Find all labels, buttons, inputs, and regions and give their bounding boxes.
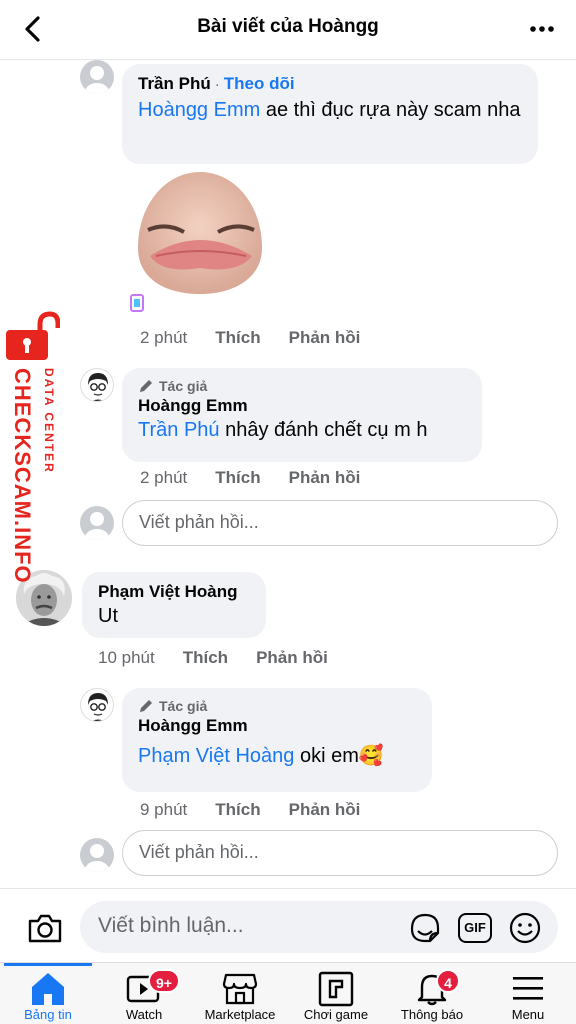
home-icon bbox=[32, 973, 64, 1005]
reply-input[interactable]: Viết phản hồi... bbox=[122, 500, 558, 546]
top-bar: Bài viết của Hoàngg bbox=[0, 0, 576, 60]
comment-actions: 2 phút Thích Phản hồi bbox=[140, 328, 388, 348]
reply-input[interactable]: Viết phản hồi... bbox=[122, 830, 558, 876]
avatar bbox=[80, 506, 114, 540]
camera-icon[interactable] bbox=[26, 909, 64, 947]
comment-input-placeholder: Viết bình luận... bbox=[98, 914, 244, 937]
tab-label: Marketplace bbox=[204, 1007, 276, 1022]
gaming-icon bbox=[318, 971, 354, 1007]
comment-author[interactable]: Phạm Việt Hoàng bbox=[98, 582, 250, 602]
comment-composer: Viết bình luận... GIF bbox=[0, 888, 576, 966]
tab-news-feed[interactable]: Bảng tin bbox=[0, 963, 96, 1024]
watch-badge: 9+ bbox=[148, 969, 180, 993]
reply-button[interactable]: Phản hồi bbox=[289, 800, 361, 820]
comment-actions: 10 phút Thích Phản hồi bbox=[98, 648, 356, 668]
tab-gaming[interactable]: Chơi game bbox=[288, 963, 384, 1024]
author-badge: Tác giả bbox=[138, 378, 466, 394]
gif-button[interactable]: GIF bbox=[458, 913, 492, 943]
comment-bubble: Trần Phú · Theo dõi Hoàngg Emm ae thì đụ… bbox=[122, 64, 538, 164]
pen-icon bbox=[140, 700, 152, 712]
sticker-image[interactable] bbox=[134, 170, 266, 298]
comment-bubble: Tác giả Hoàngg Emm Trần Phú nhây đánh ch… bbox=[122, 368, 482, 462]
like-button[interactable]: Thích bbox=[215, 800, 260, 820]
menu-icon bbox=[513, 977, 543, 1000]
sticker-icon[interactable] bbox=[408, 911, 442, 945]
like-button[interactable]: Thích bbox=[215, 468, 260, 488]
emoji-icon[interactable] bbox=[508, 911, 542, 945]
tab-label: Bảng tin bbox=[24, 1007, 72, 1022]
lock-icon bbox=[6, 311, 60, 360]
comment-time: 10 phút bbox=[98, 648, 155, 667]
follow-link[interactable]: Theo dõi bbox=[224, 74, 295, 94]
comment-time: 2 phút bbox=[140, 328, 188, 347]
like-button[interactable]: Thích bbox=[183, 648, 228, 668]
more-options-icon[interactable] bbox=[530, 26, 554, 32]
comment-author[interactable]: Hoàngg Emm bbox=[138, 396, 466, 416]
comment-author[interactable]: Hoàngg Emm bbox=[138, 716, 416, 736]
active-tab-indicator bbox=[4, 963, 92, 966]
watermark-sub-text: DATA CENTER bbox=[42, 368, 56, 474]
avatar[interactable] bbox=[80, 60, 114, 94]
tab-label: Watch bbox=[125, 1007, 163, 1022]
comment-author[interactable]: Trần Phú bbox=[138, 74, 211, 94]
mention-link[interactable]: Hoàngg Emm bbox=[138, 99, 260, 121]
tab-label: Chơi game bbox=[303, 1007, 369, 1022]
comment-actions: 9 phút Thích Phản hồi bbox=[140, 800, 388, 820]
tab-marketplace[interactable]: Marketplace bbox=[192, 963, 288, 1024]
tab-watch[interactable]: 9+ Watch bbox=[96, 963, 192, 1024]
comment-text: Ut bbox=[98, 605, 118, 627]
sticker-gif-icon bbox=[130, 294, 144, 312]
author-badge: Tác giả bbox=[138, 698, 416, 714]
tab-notifications[interactable]: 4 Thông báo bbox=[384, 963, 480, 1024]
reply-button[interactable]: Phản hồi bbox=[289, 328, 361, 348]
avatar[interactable] bbox=[80, 688, 114, 722]
comment-bubble: Phạm Việt Hoàng Ut bbox=[82, 572, 266, 638]
marketplace-icon bbox=[222, 973, 258, 1005]
comment-text: Phạm Việt Hoàng oki em🥰 bbox=[138, 745, 384, 767]
page-title: Bài viết của Hoàngg bbox=[197, 16, 379, 37]
tab-label: Thông báo bbox=[400, 1007, 464, 1022]
comment-input[interactable]: Viết bình luận... GIF bbox=[80, 901, 558, 953]
comment-time: 2 phút bbox=[140, 468, 188, 487]
avatar[interactable] bbox=[80, 368, 114, 402]
avatar bbox=[80, 838, 114, 872]
mention-link[interactable]: Phạm Việt Hoàng bbox=[138, 745, 294, 767]
watermark-main-text: CHECKSCAM.INFO bbox=[10, 368, 35, 584]
notifications-badge: 4 bbox=[436, 969, 460, 993]
comment-actions: 2 phút Thích Phản hồi bbox=[140, 468, 388, 488]
comment-bubble: Tác giả Hoàngg Emm Phạm Việt Hoàng oki e… bbox=[122, 688, 432, 792]
tab-label: Menu bbox=[511, 1007, 545, 1022]
reply-button[interactable]: Phản hồi bbox=[256, 648, 328, 668]
watermark: CHECKSCAM.INFO DATA CENTER bbox=[2, 308, 62, 588]
pen-icon bbox=[140, 380, 152, 392]
tab-menu[interactable]: Menu bbox=[480, 963, 576, 1024]
separator-dot: · bbox=[214, 75, 220, 93]
comment-text: Hoàngg Emm ae thì đục rựa này scam nha bbox=[138, 99, 521, 121]
bottom-tab-bar: Bảng tin 9+ Watch Marketplace Chơi game … bbox=[0, 962, 576, 1024]
reply-button[interactable]: Phản hồi bbox=[289, 468, 361, 488]
mention-link[interactable]: Trần Phú bbox=[138, 419, 220, 441]
comment-text: Trần Phú nhây đánh chết cụ m h bbox=[138, 419, 428, 441]
like-button[interactable]: Thích bbox=[215, 328, 260, 348]
comment-time: 9 phút bbox=[140, 800, 188, 819]
